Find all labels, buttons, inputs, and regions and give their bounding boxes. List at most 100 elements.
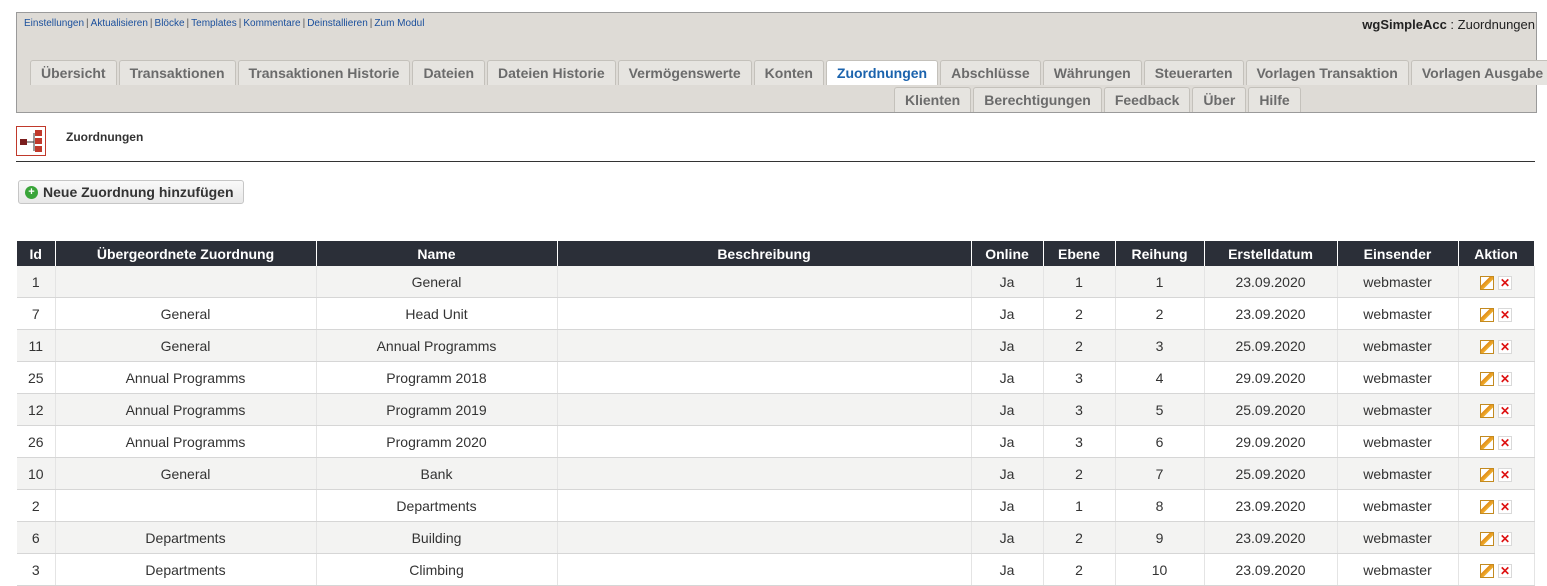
cell-online: Ja xyxy=(971,457,1044,490)
edit-icon[interactable] xyxy=(1480,275,1494,290)
tab-feedback[interactable]: Feedback xyxy=(1103,87,1191,112)
cell-beschreibung xyxy=(557,553,972,586)
tab-klienten[interactable]: Klienten xyxy=(894,87,972,112)
cell-ubergeordnete-zuordnung: Annual Programms xyxy=(55,393,317,426)
column-header-ebene: Ebene xyxy=(1043,241,1116,266)
cell-name: Programm 2018 xyxy=(316,361,558,394)
cell-name: Departments xyxy=(316,489,558,522)
tab-ubersicht[interactable]: Übersicht xyxy=(30,60,117,85)
assignments-table: Id Übergeordnete Zuordnung Name Beschreibun… xyxy=(17,241,1535,586)
cell-aktion: ✕ xyxy=(1458,425,1535,458)
cell-online: Ja xyxy=(971,297,1044,330)
cell-reihung: 10 xyxy=(1115,553,1205,586)
tab-steuerarten[interactable]: Steuerarten xyxy=(1143,60,1244,85)
cell-reihung: 1 xyxy=(1115,266,1205,298)
edit-icon[interactable] xyxy=(1480,307,1494,322)
delete-icon[interactable]: ✕ xyxy=(1498,563,1512,578)
admin-link-templates[interactable]: Templates xyxy=(191,18,237,29)
admin-link-kommentare[interactable]: Kommentare xyxy=(243,18,300,29)
cell-ebene: 2 xyxy=(1043,297,1116,330)
cell-erstelldatum: 25.09.2020 xyxy=(1204,393,1338,426)
cell-reihung: 9 xyxy=(1115,521,1205,554)
column-header-einsender: Einsender xyxy=(1337,241,1459,266)
table-row: 26 Annual Programms Programm 2020 Ja 3 6 29.09… xyxy=(17,425,1535,458)
cell-erstelldatum: 23.09.2020 xyxy=(1204,553,1338,586)
edit-icon[interactable] xyxy=(1480,467,1494,482)
table-row: 6 Departments Building Ja 2 9 23.09.2020 webmas… xyxy=(17,521,1535,554)
edit-icon[interactable] xyxy=(1480,563,1494,578)
cell-beschreibung xyxy=(557,329,972,362)
tabs-row-2: Klienten Berechtigungen Feedback Über Hilfe xyxy=(894,87,1303,112)
cell-beschreibung xyxy=(557,521,972,554)
cell-ubergeordnete-zuordnung xyxy=(55,266,317,298)
cell-reihung: 8 xyxy=(1115,489,1205,522)
cell-ubergeordnete-zuordnung: Departments xyxy=(55,521,317,554)
cell-name: Annual Programms xyxy=(316,329,558,362)
tab-berechtigungen[interactable]: Berechtigungen xyxy=(973,87,1102,112)
delete-icon[interactable]: ✕ xyxy=(1498,403,1512,418)
delete-icon[interactable]: ✕ xyxy=(1498,435,1512,450)
cell-ubergeordnete-zuordnung: Annual Programms xyxy=(55,425,317,458)
cell-online: Ja xyxy=(971,425,1044,458)
cell-einsender: webmaster xyxy=(1337,425,1459,458)
admin-link-aktualisieren[interactable]: Aktualisieren xyxy=(91,18,148,29)
cell-einsender: webmaster xyxy=(1337,521,1459,554)
tab-abschlusse[interactable]: Abschlüsse xyxy=(940,60,1041,85)
add-button-label: Neue Zuordnung hinzufügen xyxy=(43,184,234,200)
table-row: 2 Departments Ja 1 8 23.09.2020 webmaster ✕ xyxy=(17,489,1535,522)
cell-beschreibung xyxy=(557,266,972,298)
delete-icon[interactable]: ✕ xyxy=(1498,467,1512,482)
delete-icon[interactable]: ✕ xyxy=(1498,499,1512,514)
tab-vorlagen-ausgabe[interactable]: Vorlagen Ausgabe xyxy=(1410,60,1547,85)
delete-icon[interactable]: ✕ xyxy=(1498,275,1512,290)
cell-aktion: ✕ xyxy=(1458,457,1535,490)
edit-icon[interactable] xyxy=(1480,435,1494,450)
admin-link-einstellungen[interactable]: Einstellungen xyxy=(24,18,84,29)
cell-aktion: ✕ xyxy=(1458,361,1535,394)
tab-vermogenswerte[interactable]: Vermögenswerte xyxy=(617,60,752,85)
tabs-row-1: Übersicht Transaktionen Transaktionen Hist… xyxy=(30,60,1547,85)
delete-icon[interactable]: ✕ xyxy=(1498,531,1512,546)
cell-id: 7 xyxy=(17,297,56,330)
cell-einsender: webmaster xyxy=(1337,329,1459,362)
cell-aktion: ✕ xyxy=(1458,553,1535,586)
edit-icon[interactable] xyxy=(1480,339,1494,354)
cell-ubergeordnete-zuordnung: Departments xyxy=(55,553,317,586)
cell-online: Ja xyxy=(971,489,1044,522)
tab-wahrungen[interactable]: Währungen xyxy=(1042,60,1142,85)
cell-aktion: ✕ xyxy=(1458,329,1535,362)
cell-ebene: 2 xyxy=(1043,521,1116,554)
edit-icon[interactable] xyxy=(1480,371,1494,386)
table-row: 25 Annual Programms Programm 2018 Ja 3 4 29.09… xyxy=(17,361,1535,394)
column-header-erstelldatum: Erstelldatum xyxy=(1204,241,1338,266)
cell-online: Ja xyxy=(971,329,1044,362)
cell-erstelldatum: 25.09.2020 xyxy=(1204,329,1338,362)
delete-icon[interactable]: ✕ xyxy=(1498,307,1512,322)
admin-link-zum-modul[interactable]: Zum Modul xyxy=(374,18,424,29)
edit-icon[interactable] xyxy=(1480,531,1494,546)
tab-transaktionen[interactable]: Transaktionen xyxy=(118,60,236,85)
tab-uber[interactable]: Über xyxy=(1192,87,1247,112)
cell-ubergeordnete-zuordnung: Annual Programms xyxy=(55,361,317,394)
add-assignment-button[interactable]: + Neue Zuordnung hinzufügen xyxy=(18,180,244,204)
cell-erstelldatum: 25.09.2020 xyxy=(1204,457,1338,490)
table-row: 11 General Annual Programms Ja 2 3 25.09.2020 w… xyxy=(17,329,1535,362)
cell-beschreibung xyxy=(557,361,972,394)
cell-reihung: 4 xyxy=(1115,361,1205,394)
tab-konten[interactable]: Konten xyxy=(753,60,824,85)
edit-icon[interactable] xyxy=(1480,403,1494,418)
admin-link-blocke[interactable]: Blöcke xyxy=(155,18,185,29)
cell-name: Head Unit xyxy=(316,297,558,330)
tab-vorlagen-transaktion[interactable]: Vorlagen Transaktion xyxy=(1245,60,1409,85)
tab-zuordnungen[interactable]: Zuordnungen xyxy=(825,60,939,85)
delete-icon[interactable]: ✕ xyxy=(1498,371,1512,386)
delete-icon[interactable]: ✕ xyxy=(1498,339,1512,354)
cell-ebene: 1 xyxy=(1043,266,1116,298)
admin-link-deinstallieren[interactable]: Deinstallieren xyxy=(307,18,368,29)
edit-icon[interactable] xyxy=(1480,499,1494,514)
cell-beschreibung xyxy=(557,425,972,458)
tab-transaktionen-historie[interactable]: Transaktionen Historie xyxy=(237,60,411,85)
tab-dateien[interactable]: Dateien xyxy=(412,60,486,85)
tab-dateien-historie[interactable]: Dateien Historie xyxy=(487,60,616,85)
tab-hilfe[interactable]: Hilfe xyxy=(1248,87,1301,112)
